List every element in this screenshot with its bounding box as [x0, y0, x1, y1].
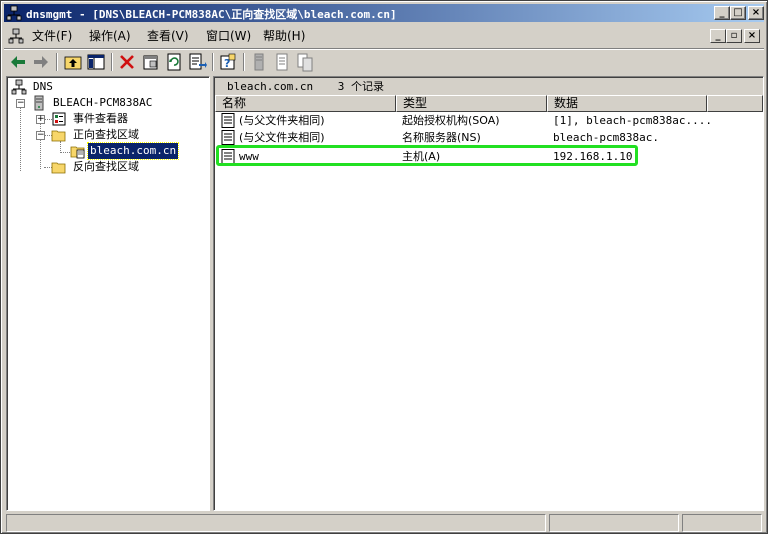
record-type: 名称服务器(NS)	[402, 131, 481, 144]
tree-node-dns[interactable]: DNS	[11, 79, 191, 95]
result-pane: bleach.com.cn 3 个记录 名称 类型 数据 (与父文件夹相同) 起…	[213, 76, 764, 511]
dns-icon	[11, 79, 27, 95]
tree-label-event-viewer: 事件查看器	[73, 112, 128, 125]
minimize-button[interactable]: _	[714, 6, 730, 20]
collapse-forward-zones-toggle[interactable]: −	[36, 131, 45, 140]
toolbar-separator	[212, 53, 214, 71]
menu-view[interactable]: 查看(V)	[143, 28, 193, 44]
tree-node-forward-zones[interactable]: 正向查找区域	[51, 127, 201, 143]
status-bar	[4, 513, 764, 532]
column-header-data[interactable]: 数据	[547, 95, 707, 112]
record-name: (与父文件夹相同)	[239, 131, 325, 144]
refresh-icon[interactable]	[164, 52, 184, 72]
menu-action[interactable]: 操作(A)	[85, 28, 135, 44]
expand-event-viewer-toggle[interactable]: +	[36, 115, 45, 124]
toolbar-separator	[56, 53, 58, 71]
column-header-filler	[707, 95, 763, 112]
menu-bar: 文件(F) 操作(A) 查看(V) 窗口(W) 帮助(H) _ ▫ ×	[4, 25, 764, 47]
tree-label-server: BLEACH-PCM838AC	[53, 96, 153, 109]
mdi-minimize-button[interactable]: _	[710, 29, 726, 43]
window-title: dnsmgmt - [DNS\BLEACH-PCM838AC\正向查找区域\bl…	[26, 8, 397, 21]
status-panel-main	[6, 514, 546, 532]
tree-label-reverse-zones: 反向查找区域	[73, 160, 139, 173]
tree-label-forward-zones: 正向查找区域	[73, 128, 139, 141]
tree-connector	[60, 152, 70, 153]
menu-help[interactable]: 帮助(H)	[259, 28, 309, 44]
copy-record-icon[interactable]	[295, 52, 315, 72]
menu-file[interactable]: 文件(F)	[28, 28, 76, 44]
record-icon	[221, 113, 235, 128]
forward-arrow-icon[interactable]	[31, 52, 51, 72]
server-icon[interactable]	[249, 52, 269, 72]
tree-node-server[interactable]: BLEACH-PCM838AC	[31, 95, 201, 111]
column-header-type[interactable]: 类型	[396, 95, 547, 112]
properties-icon[interactable]	[141, 52, 161, 72]
column-headers: 名称 类型 数据	[215, 95, 763, 112]
record-type: 起始授权机构(SOA)	[402, 114, 500, 127]
back-arrow-icon[interactable]	[8, 52, 28, 72]
tree-connector	[20, 99, 21, 171]
table-row[interactable]: (与父文件夹相同) 名称服务器(NS) bleach-pcm838ac.	[215, 129, 763, 146]
tree-node-zone[interactable]: bleach.com.cn	[70, 142, 190, 160]
title-bar[interactable]: dnsmgmt - [DNS\BLEACH-PCM838AC\正向查找区域\bl…	[4, 4, 764, 22]
dns-app-icon	[6, 5, 22, 21]
tree-node-event-viewer[interactable]: 事件查看器	[51, 111, 201, 127]
server-icon	[34, 95, 44, 111]
export-list-icon[interactable]	[187, 52, 207, 72]
record-data: bleach-pcm838ac.	[553, 131, 659, 144]
record-icon	[221, 130, 235, 145]
help-icon[interactable]: ?	[218, 52, 238, 72]
mdi-restore-button[interactable]: ▫	[726, 29, 742, 43]
result-zone-name: bleach.com.cn	[227, 80, 314, 93]
record-name: (与父文件夹相同)	[239, 114, 325, 127]
status-panel-3	[682, 514, 762, 532]
toolbar-separator	[111, 53, 113, 71]
close-button[interactable]: ×	[748, 6, 764, 20]
menu-window[interactable]: 窗口(W)	[202, 28, 255, 44]
record-count: 3 个记录	[337, 80, 384, 93]
mdi-close-button[interactable]: ×	[744, 29, 760, 43]
mmc-window: dnsmgmt - [DNS\BLEACH-PCM838AC\正向查找区域\bl…	[0, 0, 768, 534]
tree-node-reverse-zones[interactable]: 反向查找区域	[51, 159, 201, 175]
zone-icon	[70, 146, 85, 159]
status-panel-2	[549, 514, 679, 532]
toolbar: ?	[4, 48, 764, 74]
result-pane-header: bleach.com.cn 3 个记录	[215, 78, 763, 95]
maximize-button[interactable]: □	[730, 6, 746, 20]
toolbar-separator	[243, 53, 245, 71]
delete-icon[interactable]	[117, 52, 137, 72]
collapse-server-toggle[interactable]: −	[16, 99, 25, 108]
record-data: [1], bleach-pcm838ac....	[553, 114, 712, 127]
folder-icon	[51, 162, 66, 174]
column-header-name[interactable]: 名称	[215, 95, 396, 112]
record-icon[interactable]	[272, 52, 292, 72]
show-hide-tree-icon[interactable]	[86, 52, 106, 72]
folder-open-icon	[51, 130, 66, 142]
table-row[interactable]: (与父文件夹相同) 起始授权机构(SOA) [1], bleach-pcm838…	[215, 112, 763, 129]
event-viewer-icon	[52, 112, 66, 126]
up-folder-icon[interactable]	[63, 52, 83, 72]
console-tree[interactable]: DNS − BLEACH-PCM838AC + 事件查看器 − 正向查找区域 b…	[6, 76, 210, 511]
dns-console-icon[interactable]	[8, 28, 24, 44]
highlight-box	[216, 145, 638, 166]
tree-label-zone: bleach.com.cn	[86, 142, 180, 160]
tree-label-dns: DNS	[33, 80, 53, 93]
